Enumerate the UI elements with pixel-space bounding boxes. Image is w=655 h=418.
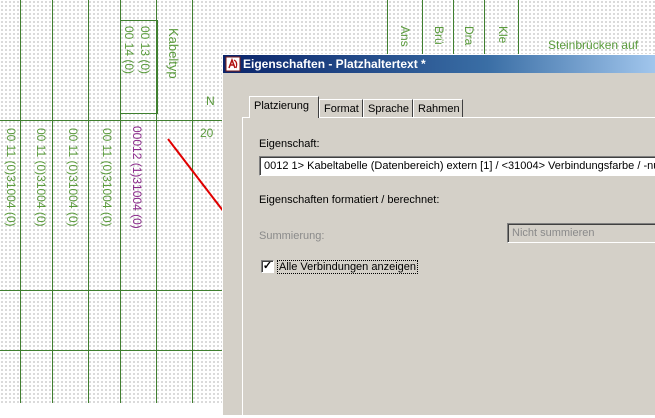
properties-dialog: Eigenschaften - Platzhaltertext * Platzi… — [222, 54, 655, 418]
dialog-title: Eigenschaften - Platzhaltertext * — [243, 57, 426, 71]
formatiert-label: Eigenschaften formatiert / berechnet: — [259, 194, 440, 206]
tab-platzierung[interactable]: Platzierung — [249, 96, 319, 118]
tab-panel-platzierung: Eigenschaft: 0012 1> Kabeltabelle (Daten… — [242, 117, 655, 418]
alle-verbindungen-checkbox[interactable]: ✓ — [261, 260, 274, 273]
tab-sprache[interactable]: Sprache — [363, 99, 413, 117]
eigenschaft-label: Eigenschaft: — [259, 138, 320, 150]
dialog-titlebar[interactable]: Eigenschaften - Platzhaltertext * — [223, 55, 655, 73]
alle-verbindungen-label[interactable]: Alle Verbindungen anzeigen — [277, 260, 419, 274]
summierung-select[interactable]: Nicht summieren — [507, 223, 655, 243]
app-icon — [225, 56, 241, 72]
tab-rahmen[interactable]: Rahmen — [413, 99, 463, 117]
eigenschaft-field[interactable]: 0012 1> Kabeltabelle (Datenbereich) exte… — [259, 156, 655, 176]
summierung-label: Summierung: — [259, 230, 325, 242]
tab-format[interactable]: Format — [319, 99, 363, 117]
